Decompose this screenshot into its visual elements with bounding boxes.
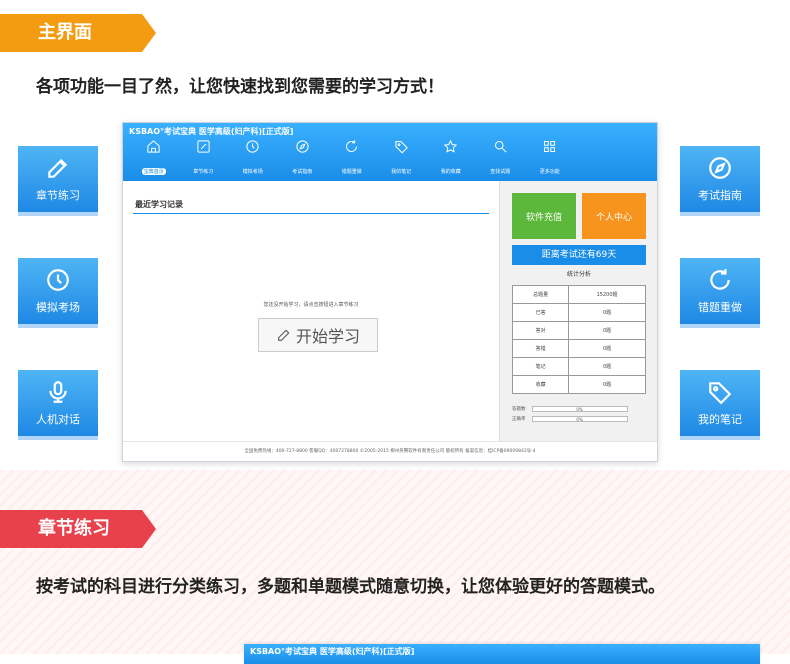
table-row: 总题量 15200题: [511, 285, 646, 304]
card-voice-dialog[interactable]: 人机对话: [18, 370, 98, 436]
tag-arrow: [142, 14, 156, 52]
tag-arrow: [142, 510, 156, 548]
correct-rate-bar: 0%: [531, 416, 628, 422]
correct-rate-row: 正确率 0%: [512, 415, 646, 423]
section-tag-label: 主界面: [38, 22, 92, 43]
microphone-icon: [18, 379, 98, 405]
nav-chapter-practice[interactable]: 章节练习: [179, 139, 229, 177]
personal-center-button[interactable]: 个人中心: [582, 193, 646, 239]
stat-value: 0题: [568, 321, 646, 340]
nav-home[interactable]: 宝典首页: [129, 139, 179, 177]
nav-label: 我的笔记: [391, 169, 412, 175]
correct-rate-label: 正确率: [512, 417, 526, 422]
card-label: 错题重做: [698, 301, 742, 314]
answered-rate-row: 答题数 0%: [512, 405, 646, 413]
nav-label: 考试指南: [292, 169, 313, 175]
table-row: 已答 0题: [511, 303, 646, 322]
tag-icon: [680, 379, 760, 405]
nav-label: 查找试题: [490, 169, 511, 175]
nav-my-notes[interactable]: 我的笔记: [377, 139, 427, 177]
recent-study-panel: 最近学习记录 您还没开始学习，请点击按钮进入章节练习 开始学习: [123, 181, 499, 441]
title-underline: [133, 213, 489, 214]
table-row: 收藏 0题: [511, 375, 646, 394]
app-title: KSBAO°考试宝典 医学高级(妇产科)[正式版]: [129, 127, 294, 136]
table-row: 答对 0题: [511, 321, 646, 340]
answered-rate-bar: 0%: [531, 406, 628, 412]
pencil-icon: [278, 329, 290, 341]
clock-icon: [18, 267, 98, 293]
stat-label: 答对: [511, 321, 570, 340]
nav-mock-exam[interactable]: 模拟考场: [228, 139, 278, 177]
nav-search-questions[interactable]: 查找试题: [476, 139, 526, 177]
stat-value: 15200题: [568, 285, 646, 304]
section-tag-main: 主界面: [0, 14, 156, 52]
answered-rate-label: 答题数: [512, 407, 526, 412]
home-icon: [147, 140, 160, 153]
app-header: KSBAO°考试宝典 医学高级(妇产科)[正式版] 宝典首页 章节练习 模拟考场…: [123, 123, 657, 181]
app-window: KSBAO°考试宝典 医学高级(妇产科)[正式版] 宝典首页 章节练习 模拟考场…: [122, 122, 658, 462]
edit-icon: [197, 140, 210, 153]
card-label: 人机对话: [36, 413, 80, 426]
main-interface-section: 主界面 各项功能一目了然，让您快速找到您需要的学习方式！ 章节练习 模拟考场 人…: [0, 0, 790, 470]
stat-label: 总题量: [511, 285, 570, 304]
nav-exam-guide[interactable]: 考试指南: [278, 139, 328, 177]
stat-value: 0题: [568, 339, 646, 358]
app-window-preview: KSBAO°考试宝典 医学高级(妇产科)[正式版]: [244, 644, 760, 664]
stat-label: 答错: [511, 339, 570, 358]
nav-redo-wrong[interactable]: 错题重做: [327, 139, 377, 177]
card-chapter-practice[interactable]: 章节练习: [18, 146, 98, 212]
compass-icon: [680, 155, 760, 181]
start-study-label: 开始学习: [295, 327, 360, 346]
stat-value: 0题: [568, 357, 646, 376]
exam-countdown: 距离考试还有69天: [512, 245, 646, 265]
card-label: 章节练习: [36, 189, 80, 202]
nav-label: 错题重做: [341, 169, 362, 175]
start-study-button[interactable]: 开始学习: [258, 318, 378, 352]
card-label: 我的笔记: [698, 413, 742, 426]
tag-icon: [395, 141, 408, 154]
recharge-button[interactable]: 软件充值: [512, 193, 576, 239]
star-icon: [444, 139, 458, 153]
nav-label: 章节练习: [193, 169, 214, 175]
clock-icon: [246, 140, 259, 153]
section-headline: 各项功能一目了然，让您快速找到您需要的学习方式！: [36, 77, 444, 97]
empty-hint: 您还没开始学习，请点击按钮进入章节练习: [263, 302, 359, 308]
grid-icon: [544, 141, 556, 152]
app-title: KSBAO°考试宝典 医学高级(妇产科)[正式版]: [250, 647, 415, 656]
nav-label: 更多功能: [539, 169, 560, 175]
card-exam-guide[interactable]: 考试指南: [680, 146, 760, 212]
card-mock-exam[interactable]: 模拟考场: [18, 258, 98, 324]
edit-icon: [18, 155, 98, 181]
table-row: 笔记 0题: [511, 357, 646, 376]
section-tag-chapter: 章节练习: [0, 510, 156, 548]
card-label: 模拟考场: [36, 301, 80, 314]
section-headline: 按考试的科目进行分类练习，多题和单题模式随意切换，让您体验更好的答题模式。: [36, 577, 665, 597]
nav-label: 宝典首页: [141, 168, 166, 175]
card-redo-wrong[interactable]: 错题重做: [680, 258, 760, 324]
nav-label: 模拟考场: [242, 169, 263, 175]
recent-study-title: 最近学习记录: [135, 200, 183, 209]
compass-icon: [296, 140, 309, 153]
card-label: 考试指南: [698, 189, 742, 202]
search-icon: [494, 141, 507, 153]
stats-table: 总题量 15200题 已答 0题 答对 0题 答错 0题 笔记 0题 收藏 0题: [511, 285, 646, 394]
section-tag-label: 章节练习: [38, 518, 110, 539]
stat-value: 0题: [568, 375, 646, 394]
stat-label: 已答: [511, 303, 570, 322]
app-footer: 全国免费热线：400-727-8800 客服QQ：4007278800 ©200…: [123, 441, 657, 461]
nav-label: 我的收藏: [440, 169, 461, 175]
stat-label: 收藏: [511, 375, 570, 394]
side-info-panel: 软件充值 个人中心 距离考试还有69天 统计分析 总题量 15200题 已答 0题 …: [499, 181, 657, 441]
refresh-icon: [346, 140, 358, 152]
main-navbar: 宝典首页 章节练习 模拟考场 考试指南 错题重做 我的笔记 我的收藏 查找试题 …: [129, 139, 575, 177]
stat-value: 0题: [568, 303, 646, 322]
refresh-icon: [680, 267, 760, 293]
table-row: 答错 0题: [511, 339, 646, 358]
stat-label: 笔记: [511, 357, 570, 376]
chapter-practice-section: [0, 470, 790, 654]
nav-more-features[interactable]: 更多功能: [525, 139, 575, 177]
card-my-notes[interactable]: 我的笔记: [680, 370, 760, 436]
nav-my-favorites[interactable]: 我的收藏: [426, 139, 476, 177]
stats-title: 统计分析: [566, 271, 591, 278]
